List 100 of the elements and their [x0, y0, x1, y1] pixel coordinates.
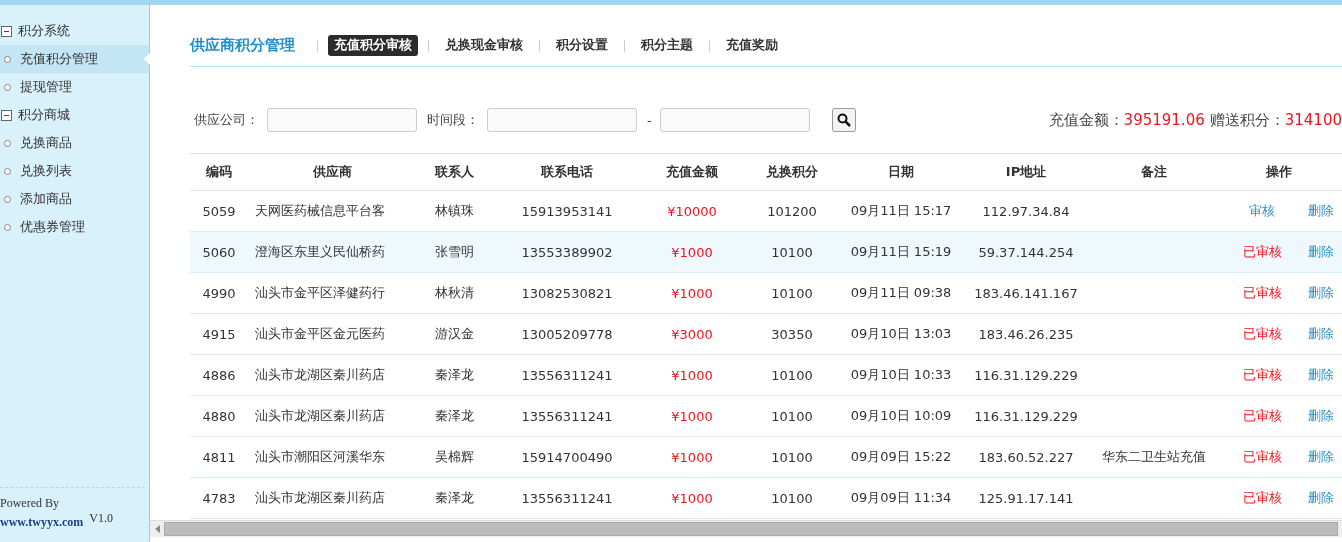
version-text: V1.0 [89, 511, 113, 526]
table-cell-text: 15913953141 [520, 203, 614, 219]
table-cell-text: ¥1000 [670, 490, 714, 506]
table-cell-text: 吴棉辉 [433, 448, 475, 466]
table-cell-text: 09月11日 15:19 [849, 243, 953, 261]
table-cell-text: 汕头市龙湖区秦川药店 [254, 407, 386, 425]
table-cell-text: 华东二卫生站充值 [1101, 448, 1207, 466]
tab[interactable]: 兑换现金审核 [439, 35, 529, 56]
table-cell-text: 09月09日 11:34 [849, 489, 953, 507]
table-cell-text: 汕头市潮阳区河溪华东 [254, 448, 386, 466]
scroll-left-icon[interactable] [154, 525, 160, 533]
powered-by-text: Powered By [0, 496, 60, 511]
scrollbar-thumb[interactable] [164, 522, 1338, 536]
column-header: 联系电话 [540, 163, 594, 181]
table-cell-text: ¥1000 [670, 367, 714, 383]
table-cell-text: 秦泽龙 [433, 489, 475, 507]
sidebar-item[interactable]: 优惠券管理 [0, 213, 149, 241]
table-row[interactable]: 4783 汕头市龙湖区秦川药店 秦泽龙 13556311241 ¥1000 10100 09月09日 11:34 125.91.17.141 已审核 删除 [190, 478, 1342, 519]
delete-link[interactable]: 删除 [1308, 407, 1341, 425]
audit-link[interactable]: 审核 [1249, 202, 1275, 220]
table-row[interactable]: 4886 汕头市龙湖区秦川药店 秦泽龙 13556311241 ¥1000 10100 09月10日 10:33 116.31.129.229 已审核 删除 [190, 355, 1342, 396]
table-cell-text: 10100 [770, 285, 814, 301]
table-cell-text: ¥1000 [670, 285, 714, 301]
delete-link[interactable]: 删除 [1308, 366, 1341, 384]
table-row[interactable]: 5060 澄海区东里义民仙桥药 张雪明 13553389902 ¥1000 10100 09月11日 15:19 59.37.144.254 已审核 删除 [190, 232, 1342, 273]
column-header: 操作 [1264, 163, 1293, 181]
audited-status[interactable]: 已审核 [1242, 325, 1282, 343]
table-cell-text: 10100 [770, 449, 814, 465]
table-cell-text: 5060 [201, 244, 237, 260]
table-cell-text: 183.60.52.227 [977, 449, 1075, 465]
audited-status[interactable]: 已审核 [1242, 243, 1282, 261]
collapse-icon[interactable] [1, 109, 12, 121]
table-row[interactable]: 4880 汕头市龙湖区秦川药店 秦泽龙 13556311241 ¥1000 10100 09月10日 10:09 116.31.129.229 已审核 删除 [190, 396, 1342, 437]
sidebar-item[interactable]: 兑换列表 [0, 157, 149, 185]
audited-status[interactable]: 已审核 [1242, 407, 1282, 425]
table-cell-text: 4915 [201, 326, 237, 342]
table-cell-text: 183.46.141.167 [973, 285, 1079, 301]
field-label: 时间段： [427, 111, 479, 129]
table-row[interactable]: 4915 汕头市金平区金元医药 游汉金 13005209778 ¥3000 30350 09月10日 13:03 183.46.26.235 已审核 删除 [190, 314, 1342, 355]
column-header: 备注 [1140, 163, 1168, 181]
table-cell-text: 116.31.129.229 [973, 408, 1079, 424]
table-cell-text: 10100 [770, 244, 814, 260]
table-cell-text: 4880 [201, 408, 237, 424]
table-cell-text: ¥1000 [670, 244, 714, 260]
site-link[interactable]: www.twyyx.com [0, 515, 84, 530]
table-cell-text: 5059 [201, 203, 237, 219]
sidebar-group[interactable]: 积分系统 [18, 22, 70, 40]
delete-link[interactable]: 删除 [1308, 325, 1341, 343]
sidebar-item[interactable]: 提现管理 [0, 73, 149, 101]
table-cell-text: 09月09日 15:22 [849, 448, 953, 466]
table-cell-text: ¥1000 [670, 449, 714, 465]
table-cell-text: 09月11日 15:17 [849, 202, 953, 220]
column-header: 日期 [887, 163, 915, 181]
delete-link[interactable]: 删除 [1308, 202, 1341, 220]
table-row[interactable]: 4811 汕头市潮阳区河溪华东 吴棉辉 15914700490 ¥1000 10100 09月09日 15:22 183.60.52.227 华东二卫生站充值 已审核 删除 [190, 437, 1342, 478]
delete-link[interactable]: 删除 [1308, 489, 1341, 507]
tab[interactable]: 积分主题 [635, 35, 699, 56]
start-date-field[interactable] [487, 108, 637, 132]
tab[interactable]: 充值积分审核 [328, 35, 418, 56]
table-cell-text: 183.46.26.235 [977, 326, 1075, 342]
table-row[interactable]: 4990 汕头市金平区泽健药行 林秋清 13082530821 ¥1000 10100 09月11日 09:38 183.46.141.167 已审核 删除 [190, 273, 1342, 314]
table-cell-text: 15914700490 [520, 449, 614, 465]
audited-status[interactable]: 已审核 [1242, 284, 1282, 302]
table-cell-text: ¥1000 [670, 408, 714, 424]
table-cell-text: 汕头市龙湖区秦川药店 [254, 366, 386, 384]
table-cell-text: 09月11日 09:38 [849, 284, 953, 302]
search-button[interactable] [831, 108, 856, 132]
table-cell-text: 09月10日 10:09 [849, 407, 953, 425]
table-cell-text: 09月10日 13:03 [849, 325, 953, 343]
audited-status[interactable]: 已审核 [1242, 366, 1282, 384]
delete-link[interactable]: 删除 [1308, 243, 1341, 261]
table-cell-text: 13556311241 [520, 408, 614, 424]
table-cell-text: 林秋清 [433, 284, 475, 302]
table-cell-text: 汕头市龙湖区秦川药店 [254, 489, 386, 507]
end-date-field[interactable] [659, 108, 810, 132]
sidebar-item[interactable]: 充值积分管理 [0, 45, 149, 73]
table-cell-text: 4886 [201, 367, 237, 383]
total-amount-label: 充值金额： [1048, 110, 1124, 130]
company-field[interactable] [267, 108, 417, 132]
column-header: 兑换积分 [765, 163, 819, 181]
delete-link[interactable]: 删除 [1308, 448, 1341, 466]
table-cell-text: 4811 [201, 449, 237, 465]
audited-status[interactable]: 已审核 [1242, 448, 1282, 466]
sidebar-group[interactable]: 积分商城 [18, 106, 70, 124]
table-cell-text: 张雪明 [433, 243, 475, 261]
sidebar-item[interactable]: 添加商品 [0, 185, 149, 213]
table-cell-text: 30350 [770, 326, 814, 342]
delete-link[interactable]: 删除 [1308, 284, 1341, 302]
collapse-icon[interactable] [1, 25, 12, 37]
tab[interactable]: 积分设置 [550, 35, 614, 56]
tab[interactable]: 充值奖励 [720, 35, 784, 56]
search-icon [836, 113, 851, 127]
audited-status[interactable]: 已审核 [1242, 489, 1282, 507]
bonus-points-value: 314100 [1284, 110, 1342, 130]
sidebar-item[interactable]: 兑换商品 [0, 129, 149, 157]
table-cell-text: 4990 [201, 285, 237, 301]
table-cell-text: ¥3000 [670, 326, 714, 342]
table-cell-text: 10100 [770, 367, 814, 383]
column-header: 联系人 [433, 163, 475, 181]
column-header: 充值金额 [665, 163, 719, 181]
